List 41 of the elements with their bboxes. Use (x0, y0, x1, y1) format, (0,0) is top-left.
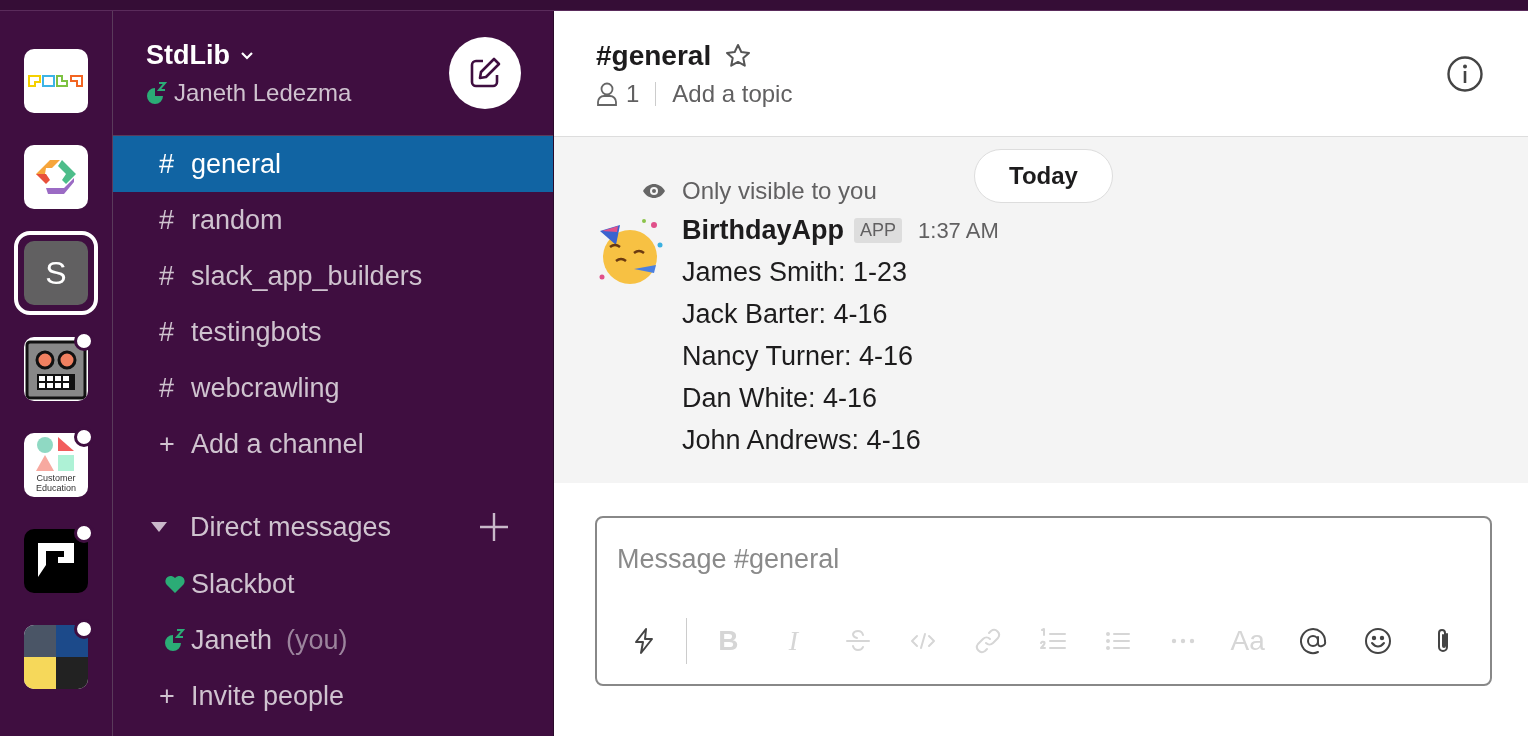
blocks-logo-icon (28, 74, 84, 88)
direct-message-item[interactable]: Slackbot (113, 556, 553, 612)
member-count[interactable]: 1 (626, 79, 640, 108)
eye-icon (642, 183, 666, 199)
robot-icon (25, 338, 87, 400)
message-text: James Smith: 1-23 (682, 257, 909, 288)
info-icon[interactable] (1446, 54, 1484, 93)
direct-message-item[interactable]: Janeth (you) (113, 612, 553, 668)
message-time[interactable]: 1:37 AM (918, 217, 999, 244)
channel-item[interactable]: # webcrawling (113, 360, 553, 416)
channel-item[interactable]: # testingbots (113, 304, 553, 360)
author-name[interactable]: BirthdayApp (682, 215, 844, 246)
person-icon[interactable] (596, 81, 618, 106)
shapes-icon (36, 437, 76, 471)
visibility-note: Only visible to you (682, 177, 877, 205)
add-channel-link[interactable]: + Add a channel (113, 416, 553, 472)
away-status-icon (146, 81, 168, 104)
date-divider-pill[interactable]: Today (974, 149, 1113, 203)
topic-link[interactable]: Add a topic (672, 79, 793, 108)
user-name: Janeth Ledezma (174, 78, 352, 107)
app-badge: APP (854, 218, 903, 243)
caret-icon[interactable] (150, 521, 168, 533)
star-icon[interactable] (725, 42, 752, 69)
chevron-down-icon[interactable] (240, 50, 254, 60)
message-text: John Andrews: 4-16 (682, 425, 922, 456)
plus-icon[interactable] (479, 512, 509, 542)
message-text: Nancy Turner: 4-16 (682, 341, 915, 372)
workspace-name[interactable]: StdLib (146, 39, 230, 71)
channel-item[interactable]: # slack_app_builders (113, 248, 553, 304)
workspace-initial: S (45, 254, 67, 292)
channel-item[interactable]: # general (113, 136, 553, 192)
collage-picture (24, 625, 88, 689)
workspace-button[interactable]: S (14, 231, 98, 315)
channel-title: #general (596, 39, 712, 72)
section-title[interactable]: Direct messages (190, 511, 457, 543)
message-text: Jack Barter: 4-16 (682, 299, 889, 330)
message-text: Dan White: 4-16 (682, 383, 879, 414)
workspace-caption: Customer Education (35, 473, 77, 493)
invite-people-link[interactable]: + Invite people (113, 668, 553, 724)
compose-icon (468, 56, 502, 90)
channel-item[interactable]: # random (113, 192, 553, 248)
